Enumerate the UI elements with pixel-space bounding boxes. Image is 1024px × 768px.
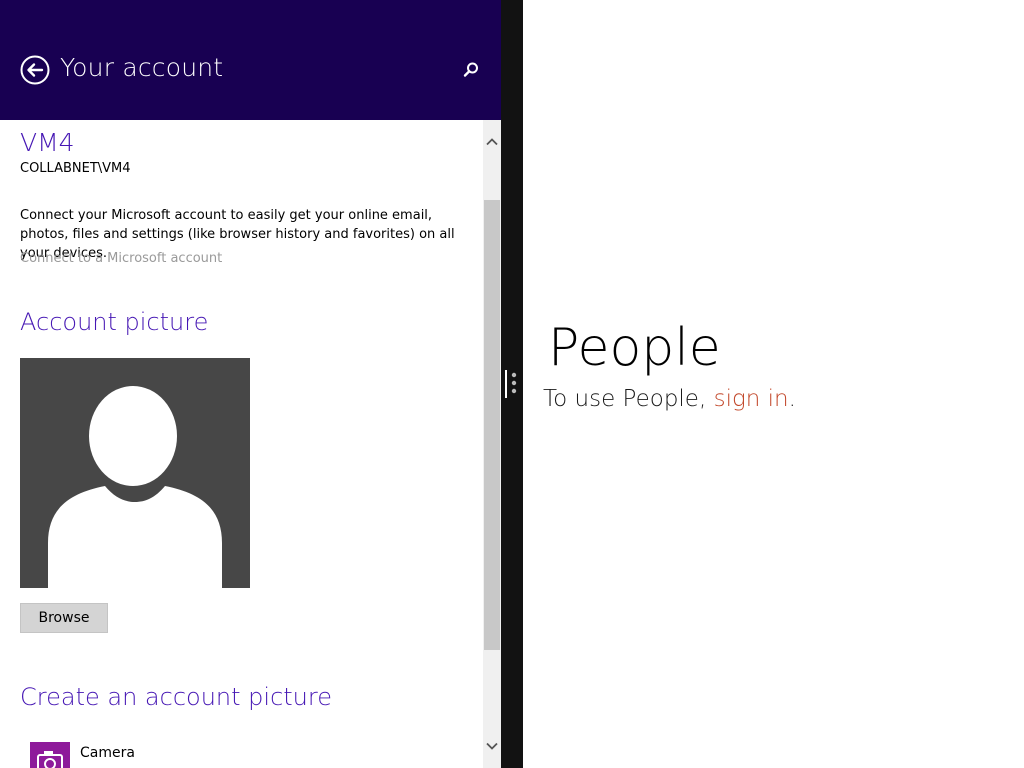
split-divider[interactable] xyxy=(501,0,523,768)
camera-icon xyxy=(37,751,63,768)
chevron-up-icon xyxy=(486,138,498,146)
chevron-down-icon xyxy=(486,742,498,750)
connect-microsoft-account-link[interactable]: Connect to a Microsoft account xyxy=(20,251,222,266)
settings-pane: Your account VM4 COLLABNET\VM4 Connect y… xyxy=(0,0,501,768)
camera-app-label: Camera xyxy=(80,745,135,761)
account-picture xyxy=(20,358,250,588)
settings-content: VM4 COLLABNET\VM4 Connect your Microsoft… xyxy=(0,120,483,768)
people-app-pane: People To use People, sign in. xyxy=(523,0,1024,768)
search-button[interactable] xyxy=(462,61,480,79)
signin-prompt: To use People, sign in. xyxy=(543,386,796,412)
create-account-picture-heading: Create an account picture xyxy=(20,683,332,711)
people-app-title: People xyxy=(548,318,721,378)
camera-tile xyxy=(30,742,70,768)
page-title: Your account xyxy=(60,53,224,82)
browse-button[interactable]: Browse xyxy=(20,603,108,633)
scroll-down-button[interactable] xyxy=(485,738,499,752)
sign-in-link[interactable]: sign in xyxy=(714,386,789,412)
signin-prompt-text: To use People, xyxy=(543,386,714,412)
account-picture-heading: Account picture xyxy=(20,308,209,336)
signin-prompt-period: . xyxy=(788,386,796,412)
scroll-up-button[interactable] xyxy=(485,134,499,148)
back-button[interactable] xyxy=(20,55,50,85)
default-user-avatar-icon xyxy=(48,386,222,588)
drag-handle-icon xyxy=(505,370,517,398)
user-domain-name: COLLABNET\VM4 xyxy=(20,161,131,176)
search-icon xyxy=(463,62,478,77)
header-bar: Your account xyxy=(0,0,501,120)
user-display-name: VM4 xyxy=(20,128,75,157)
scroll-thumb[interactable] xyxy=(484,200,500,650)
vertical-scrollbar[interactable] xyxy=(483,120,501,768)
back-arrow-circle-icon xyxy=(20,55,50,85)
